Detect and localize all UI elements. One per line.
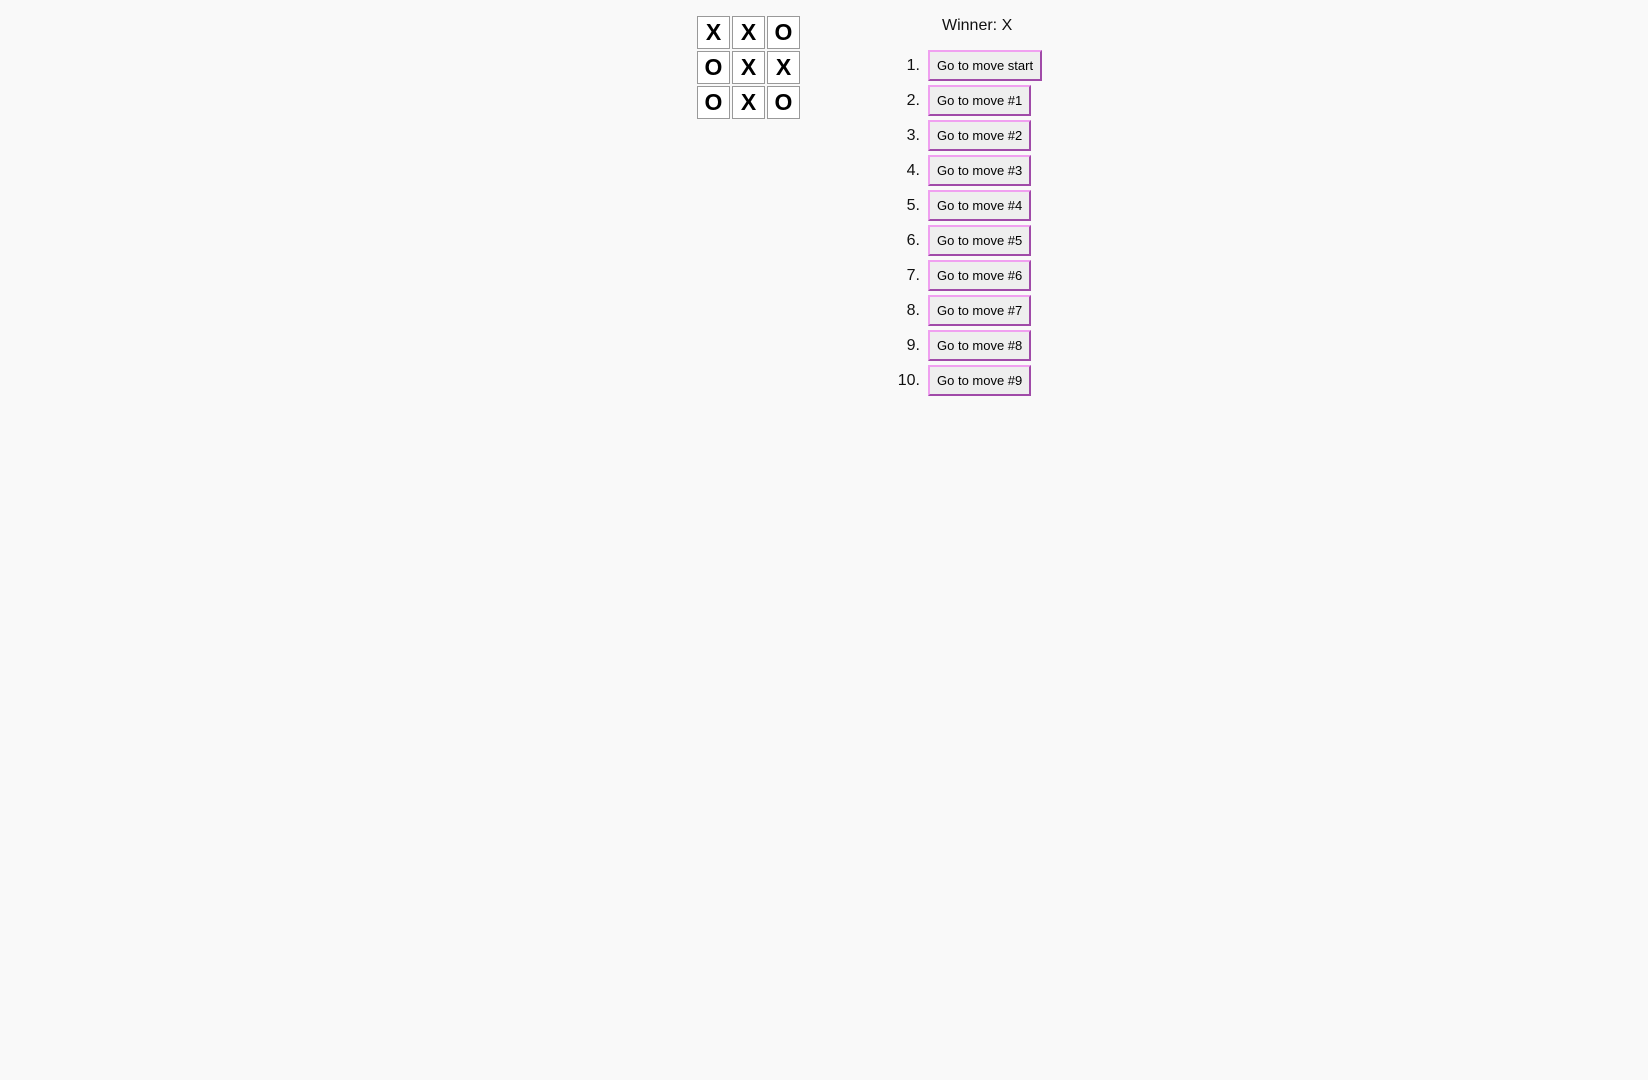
go-to-move-5-button[interactable]: Go to move #5 <box>928 225 1032 256</box>
go-to-move-9-button[interactable]: Go to move #9 <box>928 365 1032 396</box>
game-info: Winner: X 1. Go to move start 2. Go to m… <box>800 16 1043 396</box>
board-square[interactable]: X <box>732 16 765 49</box>
move-history-item: 6. Go to move #5 <box>800 223 1042 258</box>
move-history-item: 5. Go to move #4 <box>800 188 1042 223</box>
move-number: 8. <box>906 301 920 319</box>
go-to-move-4-button[interactable]: Go to move #4 <box>928 190 1032 221</box>
board-square[interactable]: X <box>767 51 800 84</box>
go-to-move-1-button[interactable]: Go to move #1 <box>928 85 1032 116</box>
move-history-item: 10. Go to move #9 <box>800 363 1042 398</box>
move-number: 7. <box>906 266 920 284</box>
move-number: 1. <box>906 56 920 74</box>
go-to-move-6-button[interactable]: Go to move #6 <box>928 260 1032 291</box>
go-to-move-7-button[interactable]: Go to move #7 <box>928 295 1032 326</box>
board-square[interactable]: X <box>697 16 730 49</box>
game: X X O O X X O X O Winner: X 1. Go to mov… <box>697 16 1043 396</box>
game-board: X X O O X X O X O <box>697 16 800 119</box>
move-history-item: 1. Go to move start <box>800 48 1043 83</box>
board-square[interactable]: X <box>732 51 765 84</box>
board-square[interactable]: O <box>697 86 730 119</box>
move-history-item: 7. Go to move #6 <box>800 258 1042 293</box>
board-square[interactable]: O <box>697 51 730 84</box>
board-square[interactable]: X <box>732 86 765 119</box>
move-history-item: 4. Go to move #3 <box>800 153 1042 188</box>
game-status: Winner: X <box>942 17 1013 34</box>
move-number: 10. <box>897 371 920 389</box>
move-history-list: 1. Go to move start 2. Go to move #1 3. … <box>800 48 1043 398</box>
move-history-item: 8. Go to move #7 <box>800 293 1042 328</box>
move-history-item: 9. Go to move #8 <box>800 328 1042 363</box>
go-to-move-start-button[interactable]: Go to move start <box>928 50 1043 81</box>
move-number: 2. <box>906 91 920 109</box>
go-to-move-3-button[interactable]: Go to move #3 <box>928 155 1032 186</box>
move-number: 4. <box>906 161 920 179</box>
go-to-move-8-button[interactable]: Go to move #8 <box>928 330 1032 361</box>
move-history-item: 2. Go to move #1 <box>800 83 1042 118</box>
go-to-move-2-button[interactable]: Go to move #2 <box>928 120 1032 151</box>
move-number: 9. <box>906 336 920 354</box>
move-number: 3. <box>906 126 920 144</box>
board-square[interactable]: O <box>767 16 800 49</box>
move-number: 6. <box>906 231 920 249</box>
board-square[interactable]: O <box>767 86 800 119</box>
move-history-item: 3. Go to move #2 <box>800 118 1042 153</box>
move-number: 5. <box>906 196 920 214</box>
